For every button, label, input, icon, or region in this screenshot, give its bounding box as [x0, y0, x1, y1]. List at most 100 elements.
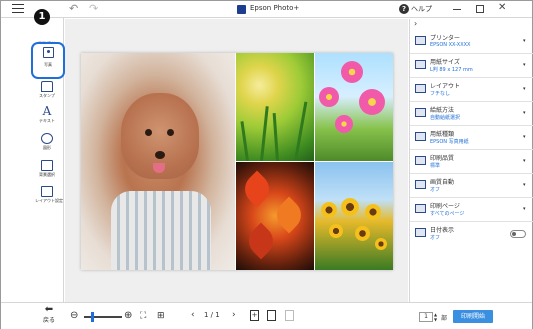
leaf	[270, 196, 308, 234]
minimize-icon[interactable]	[453, 9, 461, 10]
preview-canvas[interactable]	[65, 19, 408, 302]
setting-value: EPSON XX-XXXX	[430, 42, 471, 48]
chevron-down-icon: ▾	[523, 182, 526, 188]
zoom-slider-handle[interactable]	[90, 312, 94, 322]
layout-settings-icon	[41, 186, 53, 197]
setting-print-pages[interactable]: 印刷ページ すべてのページ ▾	[410, 198, 533, 222]
setting-value: EPSON 写真用紙	[430, 139, 469, 145]
text-icon: A	[42, 104, 52, 118]
undo-icon[interactable]: ↶	[69, 2, 78, 15]
leaf	[242, 222, 280, 260]
copies-stepper-icon[interactable]: ▲ ▼	[434, 312, 437, 322]
photo-autumn-leaves[interactable]	[236, 162, 314, 270]
sunflower	[329, 224, 343, 238]
tool-stamp-label: スタンプ	[39, 93, 55, 98]
tool-background[interactable]: 背景選択	[35, 160, 59, 178]
flower	[341, 61, 363, 83]
sunflower	[375, 238, 387, 250]
dog-face	[121, 93, 199, 179]
help-label[interactable]: ヘルプ	[411, 4, 432, 14]
grass-blade	[272, 113, 279, 161]
previous-page-icon[interactable]: ‹	[191, 310, 195, 320]
print-button[interactable]: 印刷開始	[453, 310, 493, 323]
setting-layout[interactable]: レイアウト フチなし ▾	[410, 78, 533, 102]
zoom-in-icon[interactable]: ⊕	[124, 311, 132, 321]
title-bar: ↶ ↷ Epson Photo+ ? ヘルプ ✕	[1, 1, 532, 18]
tool-layout-settings[interactable]: レイアウト設定	[35, 186, 63, 204]
photo-dog[interactable]	[81, 53, 235, 270]
setting-value: フチなし	[430, 91, 451, 97]
maximize-icon[interactable]	[476, 5, 484, 13]
sunflower	[365, 204, 381, 220]
paper-type-icon	[415, 132, 426, 141]
background-icon	[41, 160, 53, 171]
redo-icon[interactable]: ↷	[89, 2, 98, 15]
tool-shape[interactable]: 図形	[35, 133, 59, 151]
setting-paper-size[interactable]: 用紙サイズ L判 89 x 127 mm ▾	[410, 54, 533, 78]
copies-input[interactable]: 1	[419, 312, 433, 322]
chevron-down-icon: ▾	[523, 110, 526, 116]
tool-photo-label[interactable]: 写真	[31, 62, 65, 68]
setting-name: レイアウト	[430, 83, 461, 90]
setting-print-quality[interactable]: 印刷品質 標準 ▾	[410, 150, 533, 174]
setting-value: オフ	[430, 235, 441, 241]
dog-shirt	[111, 191, 211, 270]
epson-photo-plus-window: ↶ ↷ Epson Photo+ ? ヘルプ ✕ 背景/素材 写真 スタンプ A…	[0, 0, 533, 329]
chevron-down-icon: ▾	[523, 158, 526, 164]
zoom-out-icon[interactable]: ⊖	[70, 311, 78, 321]
dog-eye-right	[167, 129, 174, 136]
back-label: 戻る	[42, 317, 55, 324]
date-icon	[415, 228, 426, 237]
help-icon[interactable]: ?	[399, 4, 409, 14]
setting-printer[interactable]: プリンター EPSON XX-XXXX ▾	[410, 30, 533, 54]
tool-shape-label: 図形	[43, 145, 51, 150]
copies-unit: 部	[441, 315, 448, 322]
date-display-toggle[interactable]	[510, 230, 526, 238]
grid-icon[interactable]: ⊞	[157, 311, 165, 321]
next-page-icon[interactable]: ›	[232, 310, 236, 320]
setting-name: プリンター	[430, 35, 461, 42]
setting-value: オフ	[430, 187, 441, 193]
setting-name: 給紙方法	[430, 107, 455, 114]
photo-add-icon[interactable]	[43, 47, 54, 58]
back-arrow-icon: ⬅	[44, 304, 54, 315]
tool-stamp[interactable]: スタンプ	[35, 81, 59, 99]
add-page-icon[interactable]: +	[250, 310, 259, 321]
chevron-down-icon: ▾	[523, 62, 526, 68]
layout-icon	[415, 84, 426, 93]
grass-blade	[260, 106, 269, 161]
dog-eye-left	[145, 129, 152, 136]
dog-tongue	[153, 163, 165, 173]
flower	[359, 89, 385, 115]
panel-collapse-chevron-icon[interactable]: ›	[414, 19, 417, 28]
setting-paper-type[interactable]: 用紙種類 EPSON 写真用紙 ▾	[410, 126, 533, 150]
stamp-icon	[41, 81, 53, 92]
setting-auto-quality[interactable]: 画質自動 オフ ▾	[410, 174, 533, 198]
print-pages-icon	[415, 204, 426, 213]
delete-page-icon[interactable]	[285, 310, 294, 321]
setting-value: 自動給紙選択	[430, 115, 461, 121]
bottom-bar: ⬅ 戻る ⊖ ⊕ ⛶ ⊞ ‹ 1 / 1 › + 1 ▲ ▼ 部 印刷開始	[1, 302, 532, 329]
flower	[335, 115, 353, 133]
setting-name: 日付表示	[430, 227, 455, 234]
photo-cosmos-flowers[interactable]	[315, 53, 393, 161]
sunflower	[341, 198, 359, 216]
setting-value: 標準	[430, 163, 441, 169]
menu-icon[interactable]	[12, 4, 24, 14]
callout-number-badge: 1	[34, 9, 50, 25]
print-page-preview[interactable]	[81, 53, 393, 270]
tool-layout-settings-label: レイアウト設定	[35, 198, 63, 203]
setting-name: 用紙サイズ	[430, 59, 460, 66]
paper-size-icon	[415, 60, 426, 69]
copy-page-icon[interactable]	[267, 310, 276, 321]
photo-grass[interactable]	[236, 53, 314, 161]
setting-paper-feed[interactable]: 給紙方法 自動給紙選択 ▾	[410, 102, 533, 126]
back-button[interactable]: ⬅ 戻る	[37, 304, 61, 325]
tool-text[interactable]: A テキスト	[35, 105, 59, 124]
fit-to-window-icon[interactable]: ⛶	[140, 311, 146, 321]
photo-sunflowers[interactable]	[315, 162, 393, 270]
chevron-down-icon: ▾	[523, 86, 526, 92]
setting-value: すべてのページ	[430, 211, 465, 217]
setting-date-display: 日付表示 オフ	[410, 222, 533, 246]
close-icon[interactable]: ✕	[498, 2, 506, 13]
